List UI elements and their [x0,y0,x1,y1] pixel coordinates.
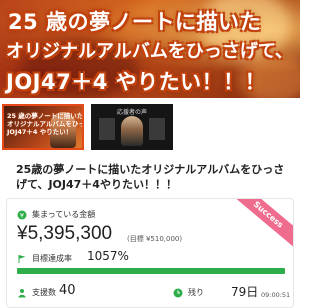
thumbnail-2-caption: 応援者の声 [116,109,147,116]
thumbnail-2[interactable]: 応援者の声 [91,104,173,150]
hero-line-2: オリジナルアルバムをひっさげて、 [6,41,293,62]
thumbnail-1-text: 25 歳の夢ノートに描いた オリジナルアルバムをひっさげて JOJ47＋4 やり… [7,112,84,136]
thumbnail-1[interactable]: 25 歳の夢ノートに描いた オリジナルアルバムをひっさげて JOJ47＋4 やり… [2,104,84,150]
project-title: 25歳の夢ノートに描いたオリジナルアルバムをひっさげて、JOJ47＋4やりたい！… [16,163,285,191]
thumbnail-strip: 25 歳の夢ノートに描いた オリジナルアルバムをひっさげて JOJ47＋4 やり… [0,100,300,154]
supporters-count: 40 [59,283,76,298]
remaining-label: 残り [173,287,204,298]
collected-label: ¥ 集まっている金額 [17,209,95,220]
remaining-time: 09:00:51 [261,291,291,299]
achievement-rate: 1057% [87,249,129,263]
hero-line-3: JOJ47＋4 やりたい！！！ [6,70,267,94]
coin-icon: ¥ [17,210,27,219]
clock-icon [173,288,183,297]
funding-card: Success ¥ 集まっている金額 ¥5,395,300 (目標 ¥510,0… [6,198,294,308]
person-icon [18,288,26,297]
collected-amount: ¥5,395,300 [17,223,113,244]
supporters-label: 支援数 [17,287,56,298]
target-amount: (目標 ¥510,000) [127,235,183,243]
success-badge: Success [228,199,293,251]
rate-label: 目標達成率 [17,253,72,264]
hero-banner: 25 歳の夢ノートに描いた オリジナルアルバムをひっさげて、 JOJ47＋4 や… [0,0,300,98]
flag-icon [18,254,26,263]
hero-line-1: 25 歳の夢ノートに描いた [8,10,262,34]
remaining-days: 79日 [231,285,259,299]
svg-text:¥: ¥ [20,211,24,219]
progress-bar [17,268,285,274]
supporter-image [121,116,143,146]
